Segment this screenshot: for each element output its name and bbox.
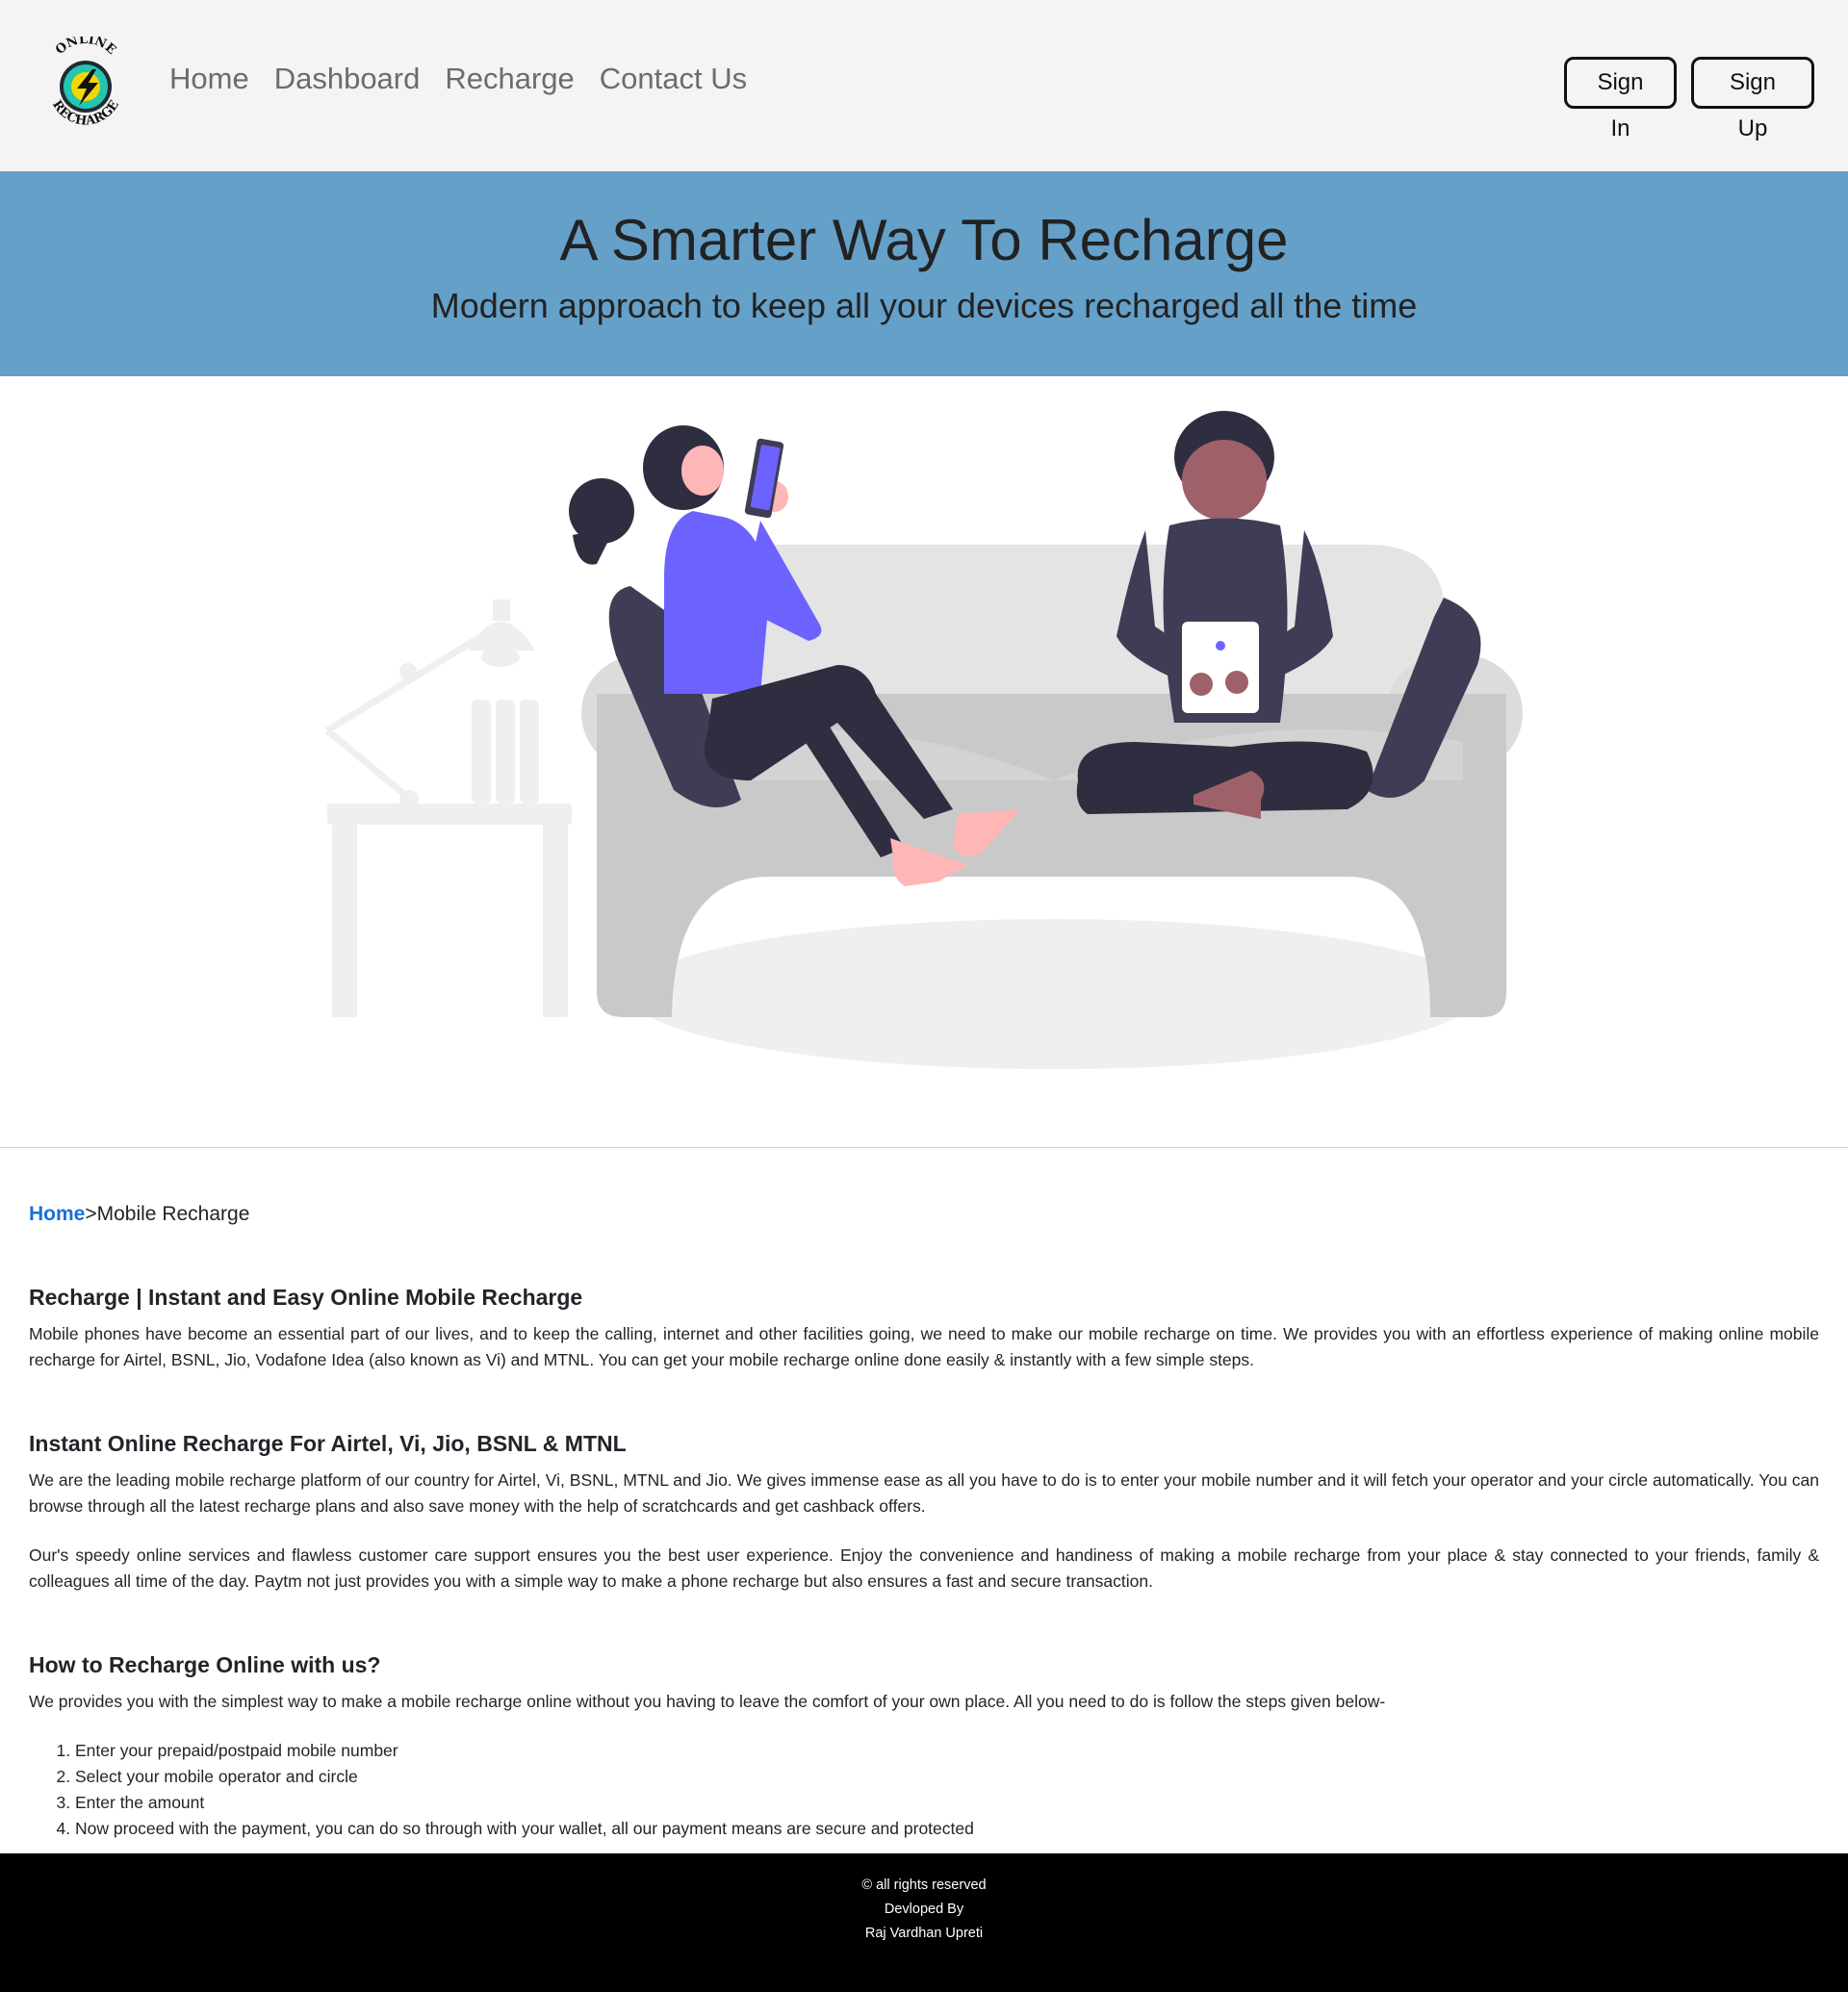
- list-item: Select your mobile operator and circle: [75, 1764, 1819, 1790]
- hero-illustration: [0, 376, 1848, 1147]
- hero-subtitle: Modern approach to keep all your devices…: [430, 286, 1418, 325]
- section-heading: How to Recharge Online with us?: [29, 1652, 381, 1677]
- list-item: Enter your prepaid/postpaid mobile numbe…: [75, 1738, 1819, 1764]
- breadcrumb-separator: >: [85, 1203, 97, 1225]
- section-paragraph: Our's speedy online services and flawles…: [29, 1545, 1819, 1591]
- section-how-to: How to Recharge Online with us? We provi…: [29, 1650, 1819, 1842]
- list-item: Now proceed with the payment, you can do…: [75, 1816, 1819, 1842]
- nav-link-contact-us[interactable]: Contact Us: [600, 62, 747, 96]
- section-instant-recharge: Recharge | Instant and Easy Online Mobil…: [29, 1283, 1819, 1373]
- footer-copyright: © all rights reserved: [861, 1877, 987, 1893]
- section-paragraph: We provides you with the simplest way to…: [29, 1692, 1386, 1711]
- section-paragraph: Mobile phones have become an essential p…: [29, 1324, 1819, 1369]
- hero-title: A Smarter Way To Recharge: [559, 208, 1289, 272]
- footer-developed-by: Devloped By: [884, 1902, 964, 1917]
- section-paragraph: We are the leading mobile recharge platf…: [29, 1470, 1819, 1516]
- list-item: Enter the amount: [75, 1790, 1819, 1816]
- section-heading: Recharge | Instant and Easy Online Mobil…: [29, 1285, 583, 1310]
- section-operators: Instant Online Recharge For Airtel, Vi, …: [29, 1429, 1819, 1595]
- breadcrumb-current: Mobile Recharge: [96, 1203, 250, 1225]
- sign-in-button[interactable]: Sign In: [1564, 57, 1677, 141]
- lightning-bolt-icon: ONLINE RECHARGE: [49, 33, 122, 129]
- nav-link-dashboard[interactable]: Dashboard: [274, 62, 421, 96]
- breadcrumb: Home>Mobile Recharge: [29, 1201, 1819, 1228]
- section-divider: [0, 1147, 1848, 1148]
- section-heading: Instant Online Recharge For Airtel, Vi, …: [29, 1431, 627, 1456]
- svg-text:ONLINE: ONLINE: [53, 37, 118, 58]
- sign-up-button[interactable]: Sign Up: [1691, 57, 1814, 141]
- people-on-sofa-illustration: [324, 411, 1523, 1069]
- breadcrumb-home-link[interactable]: Home: [29, 1203, 85, 1225]
- navbar: ONLINE RECHARGE Home Dashboard Recharge …: [0, 0, 1848, 171]
- brand-logo[interactable]: ONLINE RECHARGE: [42, 33, 129, 133]
- steps-list: Enter your prepaid/postpaid mobile numbe…: [29, 1738, 1819, 1842]
- main-content: Home>Mobile Recharge Recharge | Instant …: [0, 1201, 1848, 1842]
- nav-link-home[interactable]: Home: [169, 62, 249, 96]
- nav-link-recharge[interactable]: Recharge: [445, 62, 574, 96]
- footer: © all rights reserved Devloped By Raj Va…: [0, 1853, 1848, 1992]
- hero-banner: A Smarter Way To Recharge Modern approac…: [0, 171, 1848, 376]
- footer-author: Raj Vardhan Upreti: [864, 1926, 984, 1941]
- nav-links: Home Dashboard Recharge Contact Us: [169, 62, 747, 96]
